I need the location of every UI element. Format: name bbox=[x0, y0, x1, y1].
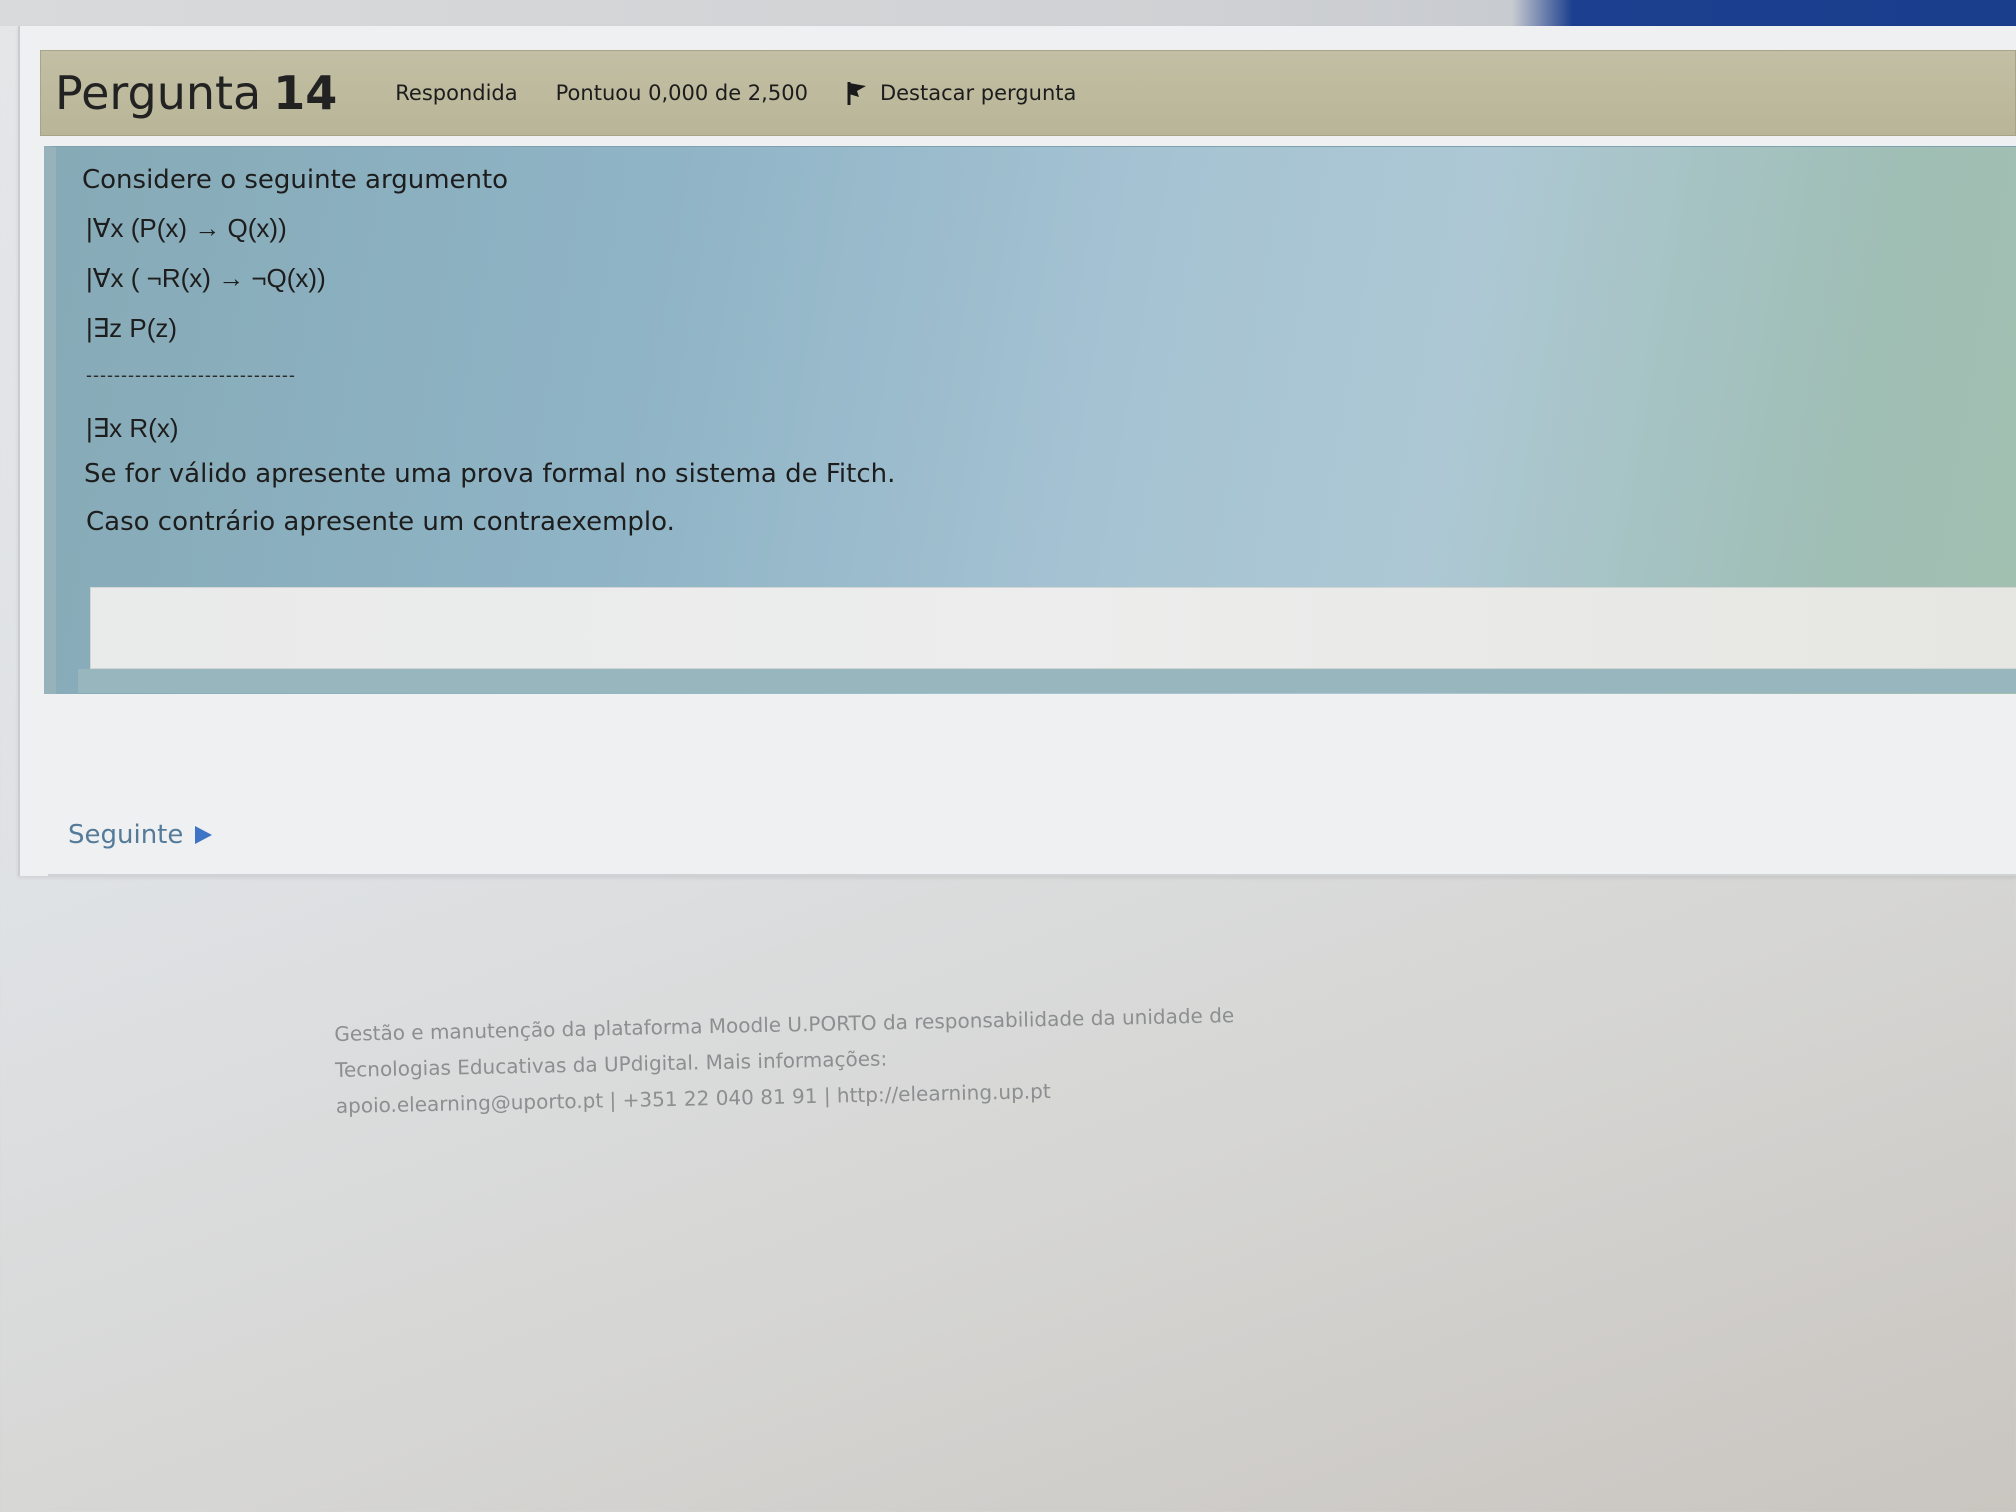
play-icon bbox=[195, 826, 213, 844]
instruction-valid: Se for válido apresente uma prova formal… bbox=[84, 459, 896, 489]
flag-question-button[interactable]: Destacar pergunta bbox=[846, 80, 1076, 106]
conclusion: |∃x R(x) bbox=[86, 413, 179, 443]
next-page-label: Seguinte bbox=[68, 820, 184, 850]
flag-icon bbox=[846, 80, 868, 106]
question-content: Considere o seguinte argumento |∀x (P(x)… bbox=[44, 146, 2016, 694]
question-score: Pontuou 0,000 de 2,500 bbox=[555, 81, 808, 105]
premise-1: |∀x (P(x) → Q(x)) bbox=[86, 213, 287, 243]
footer: Gestão e manutenção da plataforma Moodle… bbox=[334, 997, 1236, 1124]
flag-question-label: Destacar pergunta bbox=[879, 81, 1077, 105]
answer-area-border bbox=[78, 669, 2016, 693]
question-status: Respondida bbox=[395, 81, 518, 105]
question-number: 14 bbox=[273, 66, 338, 120]
card-bottom-divider bbox=[48, 874, 2016, 876]
browser-top-strip bbox=[0, 0, 2016, 26]
question-title-label: Pergunta bbox=[55, 66, 262, 120]
question-header: Pergunta 14 Respondida Pontuou 0,000 de 2… bbox=[40, 50, 2016, 136]
premise-2: |∀x ( ¬R(x) → ¬Q(x)) bbox=[86, 263, 326, 293]
argument-separator: ------------------------------ bbox=[86, 365, 296, 385]
answer-input[interactable] bbox=[90, 587, 2016, 669]
question-intro: Considere o seguinte argumento bbox=[82, 165, 509, 195]
question-title: Pergunta 14 bbox=[55, 66, 337, 120]
instruction-invalid: Caso contrário apresente um contraexempl… bbox=[86, 507, 675, 537]
next-page-button[interactable]: Seguinte bbox=[68, 820, 213, 850]
premise-3: |∃z P(z) bbox=[86, 313, 178, 343]
